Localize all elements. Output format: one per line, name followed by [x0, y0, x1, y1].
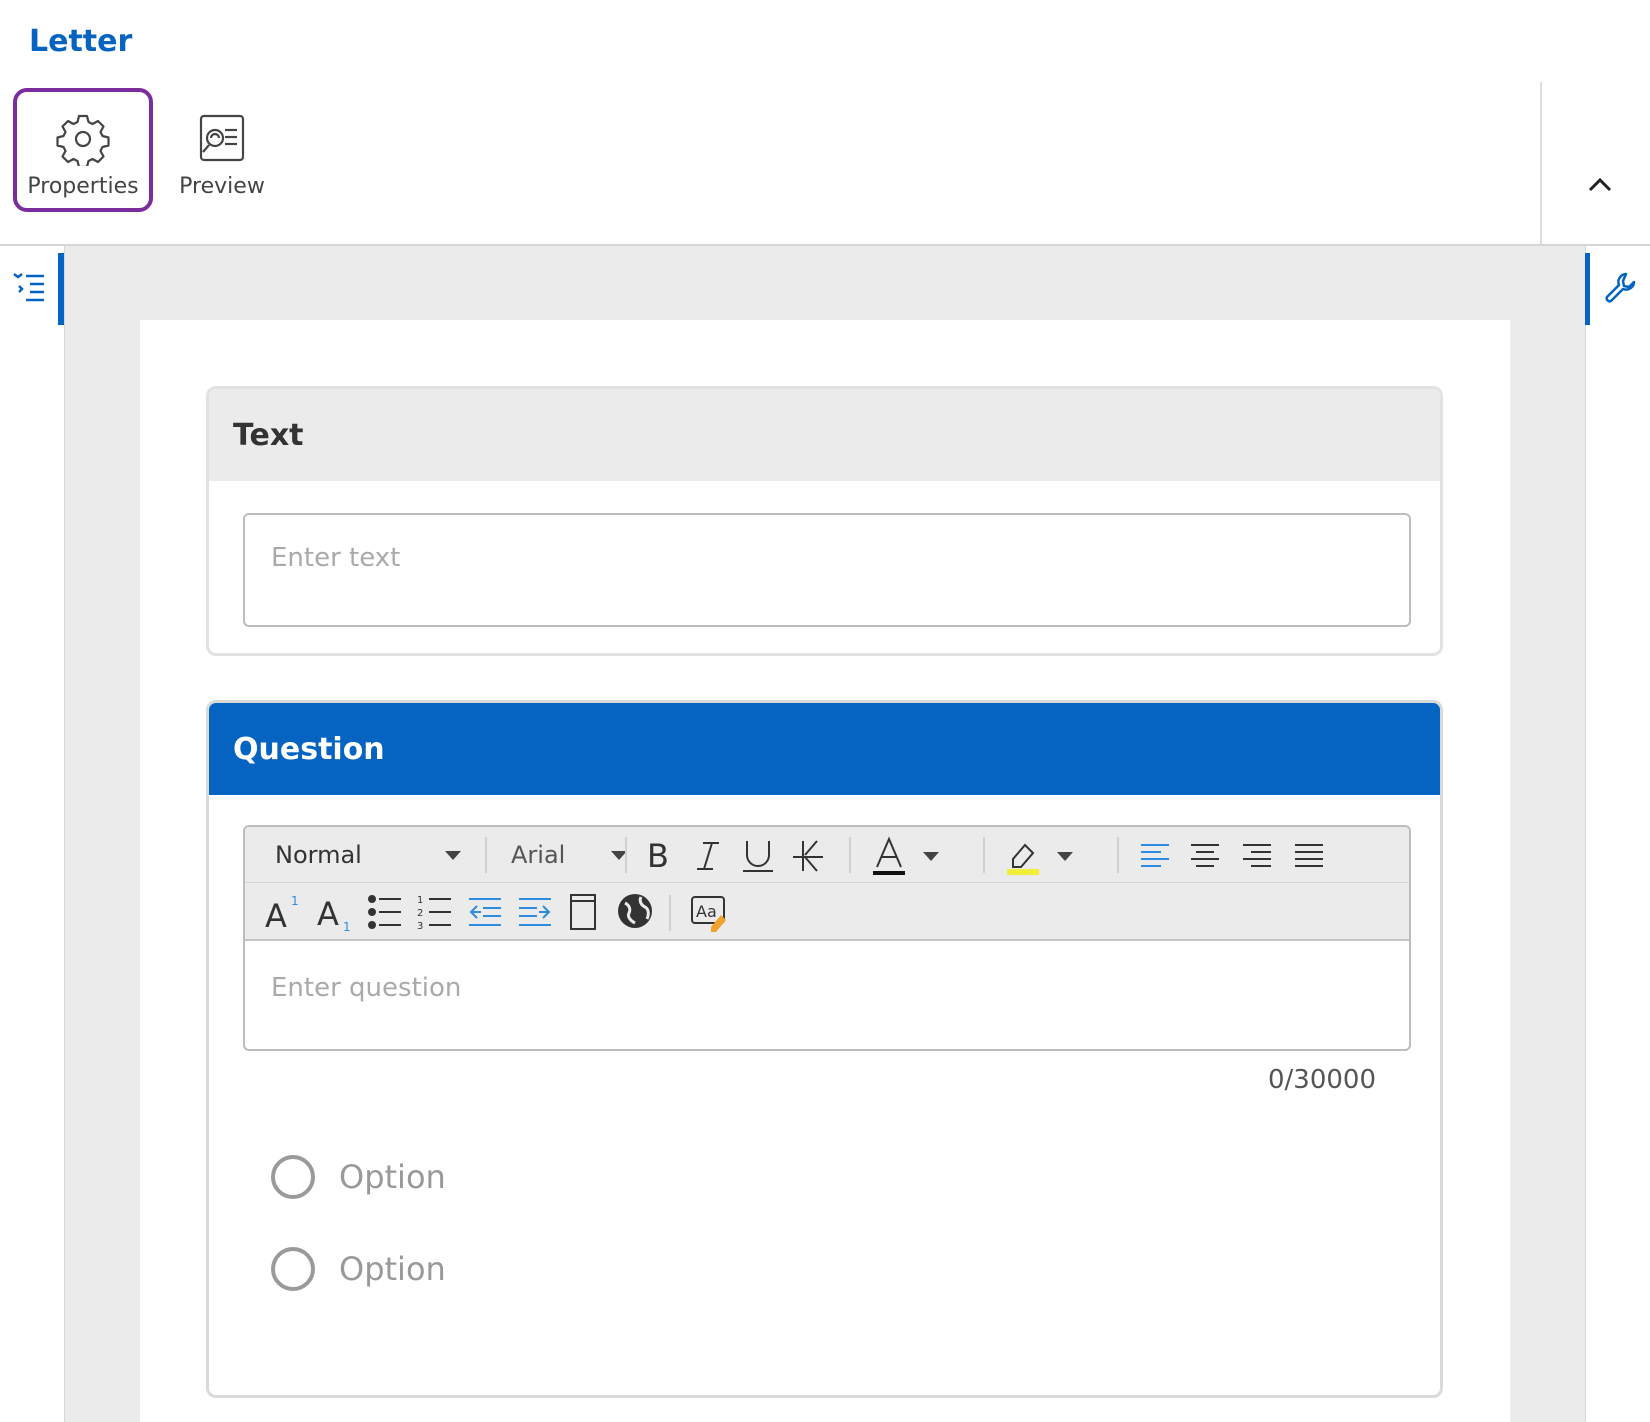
- bulleted-list-icon: [368, 895, 401, 929]
- outline-list-icon: [13, 273, 44, 302]
- svg-text:1: 1: [291, 894, 299, 908]
- svg-text:1: 1: [343, 920, 351, 933]
- superscript-icon: A1: [265, 894, 299, 933]
- justify-icon: [1295, 844, 1323, 867]
- align-right-button[interactable]: [1241, 837, 1273, 873]
- svg-text:Aa: Aa: [696, 902, 717, 921]
- align-center-icon: [1191, 844, 1219, 867]
- underline-icon: [743, 841, 773, 872]
- text-block-header: Text: [209, 389, 1440, 481]
- font-color-button[interactable]: [871, 835, 947, 877]
- font-family-select[interactable]: Arial: [511, 837, 627, 873]
- outdent-button[interactable]: [467, 893, 503, 931]
- indent-button[interactable]: [517, 893, 553, 931]
- underline-button[interactable]: [741, 835, 775, 875]
- bold-button[interactable]: B: [643, 835, 673, 875]
- question-rich-text-editor[interactable]: Normal Arial B A 1 A 1 1 2 3 Aa Enter qu…: [243, 825, 1411, 1051]
- align-left-icon: [1141, 844, 1169, 867]
- spell-check-button[interactable]: Aa: [689, 891, 729, 933]
- font-family-value: Arial: [511, 841, 566, 869]
- rte-toolbar: Normal Arial B A 1 A 1 1 2 3 Aa: [245, 827, 1409, 941]
- superscript-button[interactable]: A1: [265, 891, 301, 933]
- app-title: Letter: [29, 24, 133, 59]
- question-input[interactable]: Enter question: [245, 943, 1409, 1049]
- tools-panel-button[interactable]: [1602, 270, 1638, 306]
- toolbar-separator: [625, 837, 627, 873]
- outline-panel-button[interactable]: [10, 268, 50, 308]
- paragraph-style-select[interactable]: Normal: [275, 837, 461, 873]
- preview-label: Preview: [179, 174, 265, 199]
- numbered-list-icon: 1 2 3: [417, 895, 451, 931]
- gear-icon: [56, 114, 110, 166]
- strikethrough-format-icon: [793, 840, 823, 872]
- question-block-header: Question: [209, 703, 1440, 795]
- question-block[interactable]: Question Normal Arial B A 1 A 1 1 2 3 Aa…: [206, 700, 1443, 1398]
- option-item[interactable]: Option: [271, 1247, 446, 1291]
- chevron-down-icon: [923, 851, 939, 861]
- rte-toolbar-row-1: Normal Arial B: [245, 827, 1409, 883]
- option-item[interactable]: Option: [271, 1155, 446, 1199]
- toolbar-separator: [983, 837, 985, 873]
- paragraph-style-value: Normal: [275, 841, 362, 869]
- bold-icon: B: [647, 837, 669, 875]
- toolbar-divider: [1540, 82, 1542, 244]
- subscript-button[interactable]: A1: [317, 891, 353, 933]
- subscript-icon: A1: [317, 895, 351, 933]
- character-count: 0/30000: [1267, 1065, 1376, 1095]
- highlighter-icon: [1007, 843, 1039, 875]
- chevron-up-icon: [1588, 177, 1612, 192]
- properties-label: Properties: [27, 174, 139, 199]
- ribbon-toolbar: Properties Preview: [0, 82, 1540, 244]
- indent-icon: [519, 898, 551, 926]
- svg-text:2: 2: [417, 908, 423, 919]
- svg-text:B: B: [647, 837, 669, 875]
- italic-icon: [697, 842, 719, 870]
- align-left-button[interactable]: [1139, 837, 1171, 873]
- svg-text:A: A: [317, 895, 339, 933]
- toolbar-separator: [669, 895, 671, 931]
- justify-button[interactable]: [1293, 837, 1325, 873]
- wrench-icon: [1605, 272, 1636, 303]
- svg-text:A: A: [265, 897, 287, 933]
- spell-check-icon: Aa: [691, 896, 726, 932]
- font-color-icon: [873, 836, 905, 875]
- outdent-icon: [469, 898, 501, 926]
- option-label[interactable]: Option: [339, 1158, 446, 1196]
- rte-toolbar-row-2: A1 A1 123 Aa: [245, 883, 1409, 941]
- align-right-icon: [1243, 844, 1271, 867]
- toolbar-separator: [849, 837, 851, 873]
- remove-format-button[interactable]: [791, 835, 825, 875]
- left-panel-indicator: [58, 253, 64, 325]
- svg-text:1: 1: [417, 895, 423, 906]
- radio-button[interactable]: [271, 1155, 315, 1199]
- properties-button[interactable]: Properties: [13, 88, 153, 212]
- option-label[interactable]: Option: [339, 1250, 446, 1288]
- globe-icon: [618, 894, 652, 928]
- bulleted-list-button[interactable]: [367, 893, 403, 931]
- preview-icon: [199, 114, 245, 162]
- align-center-button[interactable]: [1189, 837, 1221, 873]
- toolbar-separator: [1117, 837, 1119, 873]
- numbered-list-button[interactable]: 1 2 3: [417, 893, 453, 931]
- language-button[interactable]: [615, 889, 655, 933]
- page-break-button[interactable]: [567, 891, 599, 933]
- chevron-down-icon: [445, 850, 461, 860]
- svg-text:3: 3: [417, 921, 423, 931]
- text-input[interactable]: Enter text: [243, 513, 1411, 627]
- italic-button[interactable]: [693, 835, 723, 875]
- right-panel-indicator: [1585, 253, 1590, 325]
- text-block[interactable]: Text Enter text: [206, 386, 1443, 656]
- preview-button[interactable]: Preview: [152, 92, 292, 216]
- collapse-toolbar-button[interactable]: [1580, 170, 1620, 200]
- toolbar-separator: [485, 837, 487, 873]
- highlight-color-button[interactable]: [1005, 835, 1081, 877]
- chevron-down-icon: [1057, 851, 1073, 861]
- radio-button[interactable]: [271, 1247, 315, 1291]
- page-icon: [570, 894, 596, 930]
